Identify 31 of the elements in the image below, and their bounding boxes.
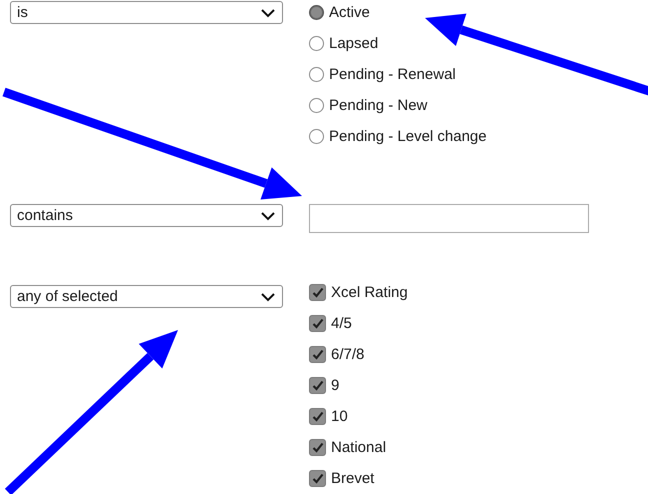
checkbox[interactable] <box>309 284 326 301</box>
checkbox-label: 9 <box>331 377 340 394</box>
checkbox[interactable] <box>309 377 326 394</box>
checkbox-label: 6/7/8 <box>331 346 364 363</box>
radio-button[interactable] <box>309 67 324 82</box>
chevron-icon <box>260 210 276 220</box>
checkbox[interactable] <box>309 408 326 425</box>
operator-dropdown[interactable]: is <box>10 1 283 24</box>
radio-label: Pending - Level change <box>329 128 487 145</box>
chevron-icon <box>260 292 276 302</box>
operator-dropdown[interactable]: contains <box>10 204 283 227</box>
chevron-icon <box>260 8 276 18</box>
checkbox[interactable] <box>309 470 326 487</box>
checkbox[interactable] <box>309 346 326 363</box>
operator-dropdown[interactable]: any of selected <box>10 285 283 308</box>
checkbox-label: 10 <box>331 408 348 425</box>
radio-label: Lapsed <box>329 35 378 52</box>
checkbox-label: Xcel Rating <box>331 284 408 301</box>
radio-button[interactable] <box>309 5 324 20</box>
radio-button[interactable] <box>309 36 324 51</box>
radio-button[interactable] <box>309 98 324 113</box>
radio-label: Pending - New <box>329 97 428 114</box>
radio-label: Active <box>329 4 370 21</box>
checkbox-label: National <box>331 439 386 456</box>
checkbox[interactable] <box>309 439 326 456</box>
radio-label: Pending - Renewal <box>329 66 456 83</box>
input-field[interactable] <box>309 204 589 233</box>
checkbox-label: 4/5 <box>331 315 352 332</box>
radio-button[interactable] <box>309 129 324 144</box>
checkbox[interactable] <box>309 315 326 332</box>
checkbox-label: Brevet <box>331 470 374 487</box>
